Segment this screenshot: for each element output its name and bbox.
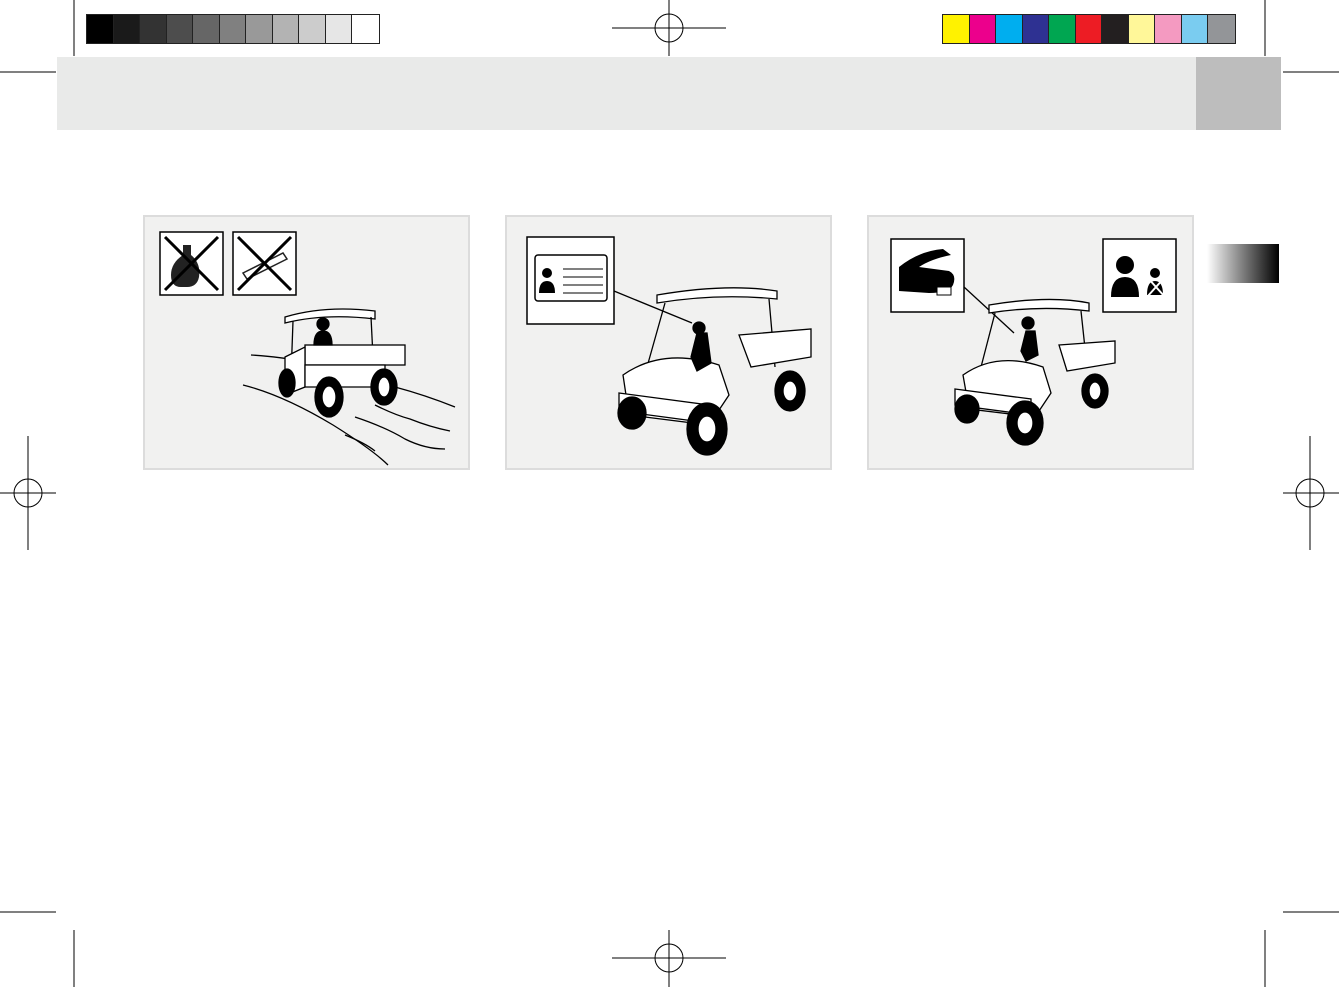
grayscale-swatch [166,15,193,43]
process-color-swatch [1102,15,1129,43]
seatbelt-hand-icon [890,238,965,313]
process-color-swatch [996,15,1023,43]
crop-marks [0,0,1339,987]
process-color-swatch [1022,15,1049,43]
grayscale-swatch [352,15,379,43]
grayscale-swatch [140,15,167,43]
grayscale-swatch [272,15,299,43]
grayscale-swatch [325,15,352,43]
process-color-swatch [1155,15,1182,43]
no-drugs-icon [232,231,297,296]
driver-license-icon [526,236,615,325]
process-color-bar [942,14,1236,44]
process-color-swatch [1181,15,1208,43]
grayscale-color-bar [86,14,380,44]
panel-no-alcohol-no-drugs [143,215,470,470]
grayscale-swatch [246,15,273,43]
utility-vehicle-front [954,298,1116,446]
panel-illustration [159,231,456,466]
process-color-swatch [943,15,970,43]
header-band [57,57,1196,130]
process-color-swatch [1128,15,1155,43]
no-alcohol-icon [159,231,224,296]
utility-vehicle-rear [278,308,406,418]
grayscale-swatch [193,15,220,43]
process-color-swatch [969,15,996,43]
grayscale-swatch [219,15,246,43]
no-extra-passenger-icon [1102,238,1177,313]
grayscale-swatch [87,15,114,43]
panel-illustration [526,236,812,456]
panel-seatbelt-no-passenger [867,215,1194,470]
process-color-swatch [1049,15,1076,43]
grayscale-swatch [113,15,140,43]
grayscale-swatch [299,15,326,43]
process-color-swatch [1075,15,1102,43]
panel-illustration [890,238,1177,446]
chapter-thumb-tab [1207,244,1279,283]
process-color-swatch [1208,15,1235,43]
utility-vehicle-front [617,287,812,456]
panel-license-required [505,215,832,470]
header-section-tab [1196,57,1281,130]
